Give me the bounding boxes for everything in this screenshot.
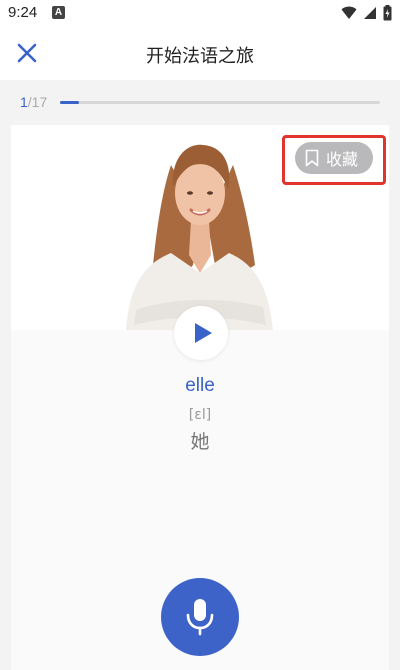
progress-fill [60, 101, 79, 104]
status-time: 9:24 [8, 4, 38, 21]
favorite-label: 收藏 [326, 150, 359, 169]
signal-icon [364, 7, 376, 19]
page-title: 开始法语之旅 [146, 46, 254, 67]
progress-counter: 1/17 [20, 94, 47, 110]
word-meaning: 她 [190, 431, 210, 453]
progress-total: /17 [27, 94, 48, 110]
notification-badge: A [52, 6, 65, 19]
phonetic-transcription: [ɛl] [188, 407, 212, 423]
status-bar: 9:24 A [0, 0, 400, 26]
play-audio-button[interactable] [174, 306, 228, 360]
microphone-icon [186, 599, 214, 636]
bookmark-icon [305, 149, 319, 167]
record-voice-button[interactable] [161, 578, 239, 656]
play-icon [195, 323, 212, 343]
lesson-progress: 1/17 [20, 94, 382, 110]
progress-bar [60, 101, 380, 104]
wifi-icon [341, 6, 357, 19]
status-icons [341, 5, 392, 21]
battery-charging-icon [383, 5, 392, 21]
app-bar: 开始法语之旅 [0, 26, 400, 80]
progress-current: 1 [20, 94, 28, 110]
french-word: elle [185, 375, 215, 396]
favorite-button[interactable]: 收藏 [295, 142, 373, 174]
